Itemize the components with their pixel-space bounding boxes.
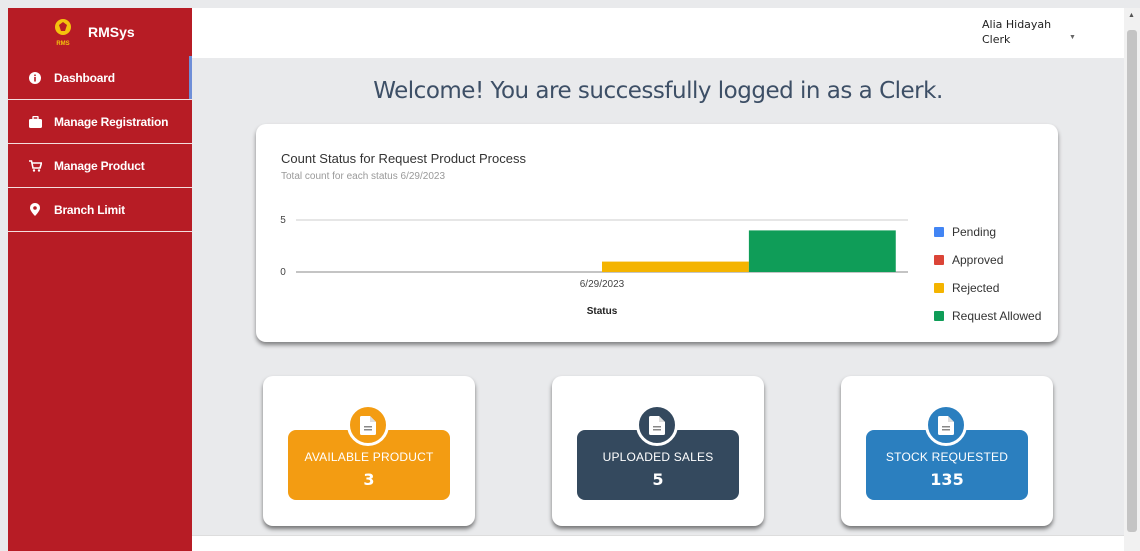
sidebar-item-manage-product[interactable]: Manage Product xyxy=(8,144,192,188)
legend-swatch xyxy=(934,227,944,237)
sidebar-item-label: Manage Product xyxy=(54,158,145,173)
legend-item[interactable]: Approved xyxy=(934,246,1041,274)
stat-card-uploaded-sales[interactable]: UPLOADED SALES 5 xyxy=(552,376,764,526)
stat-value: 5 xyxy=(652,470,664,489)
sidebar-item-label: Manage Registration xyxy=(54,114,169,129)
bar-request-allowed xyxy=(748,230,896,272)
sidebar: RMS RMSys Dashboard Manage Registration … xyxy=(8,8,192,551)
scrollbar[interactable]: ▲ xyxy=(1124,8,1140,551)
sidebar-item-manage-registration[interactable]: Manage Registration xyxy=(8,100,192,144)
location-pin-icon xyxy=(28,203,42,217)
document-icon xyxy=(925,404,967,446)
stat-value: 135 xyxy=(930,470,964,489)
bar-rejected xyxy=(602,261,749,272)
stat-card-stock-requested[interactable]: STOCK REQUESTED 135 xyxy=(841,376,1053,526)
x-axis-label: Status xyxy=(587,306,618,317)
chevron-down-icon[interactable]: ▼ xyxy=(1069,34,1076,41)
legend-item[interactable]: Pending xyxy=(934,218,1041,246)
sidebar-item-label: Dashboard xyxy=(54,70,115,85)
sidebar-item-branch-limit[interactable]: Branch Limit xyxy=(8,188,192,232)
topbar: Alia Hidayah Clerk ▼ xyxy=(192,8,1124,58)
footer xyxy=(192,535,1124,551)
legend-label: Approved xyxy=(952,253,1004,267)
scroll-up-icon[interactable]: ▲ xyxy=(1128,12,1135,19)
stat-label: AVAILABLE PRODUCT xyxy=(304,450,434,464)
user-menu[interactable]: Alia Hidayah Clerk xyxy=(982,17,1051,47)
legend-item[interactable]: Rejected xyxy=(934,274,1041,302)
document-icon xyxy=(636,404,678,446)
legend-swatch xyxy=(934,255,944,265)
user-name: Alia Hidayah xyxy=(982,18,1052,31)
stat-value: 3 xyxy=(363,470,375,489)
legend-swatch xyxy=(934,311,944,321)
page-title: Welcome! You are successfully logged in … xyxy=(373,78,943,104)
stat-label: UPLOADED SALES xyxy=(602,450,714,464)
legend-label: Rejected xyxy=(952,281,1000,295)
brand-logo: RMS xyxy=(52,17,74,47)
y-tick-label: 5 xyxy=(280,215,286,226)
chart-legend: Pending Approved Rejected Request Allowed xyxy=(934,218,1041,330)
briefcase-icon xyxy=(28,115,42,129)
x-tick-label: 6/29/2023 xyxy=(580,279,625,290)
user-role: Clerk xyxy=(982,33,1011,46)
brand[interactable]: RMS RMSys xyxy=(8,8,192,56)
legend-item[interactable]: Request Allowed xyxy=(934,302,1041,330)
sidebar-item-label: Branch Limit xyxy=(54,202,125,217)
cart-icon xyxy=(28,159,42,173)
chart-card: Count Status for Request Product Process… xyxy=(256,124,1058,342)
legend-swatch xyxy=(934,283,944,293)
document-icon xyxy=(347,404,389,446)
legend-label: Request Allowed xyxy=(952,309,1042,323)
stat-label: STOCK REQUESTED xyxy=(885,450,1009,464)
info-icon xyxy=(28,71,42,85)
legend-label: Pending xyxy=(952,225,997,239)
scrollbar-thumb[interactable] xyxy=(1127,30,1137,532)
brand-name: RMSys xyxy=(88,24,135,40)
y-tick-label: 0 xyxy=(280,267,286,278)
stat-card-available-product[interactable]: AVAILABLE PRODUCT 3 xyxy=(263,376,475,526)
svg-text:RMS: RMS xyxy=(56,41,69,47)
sidebar-item-dashboard[interactable]: Dashboard xyxy=(8,56,192,100)
